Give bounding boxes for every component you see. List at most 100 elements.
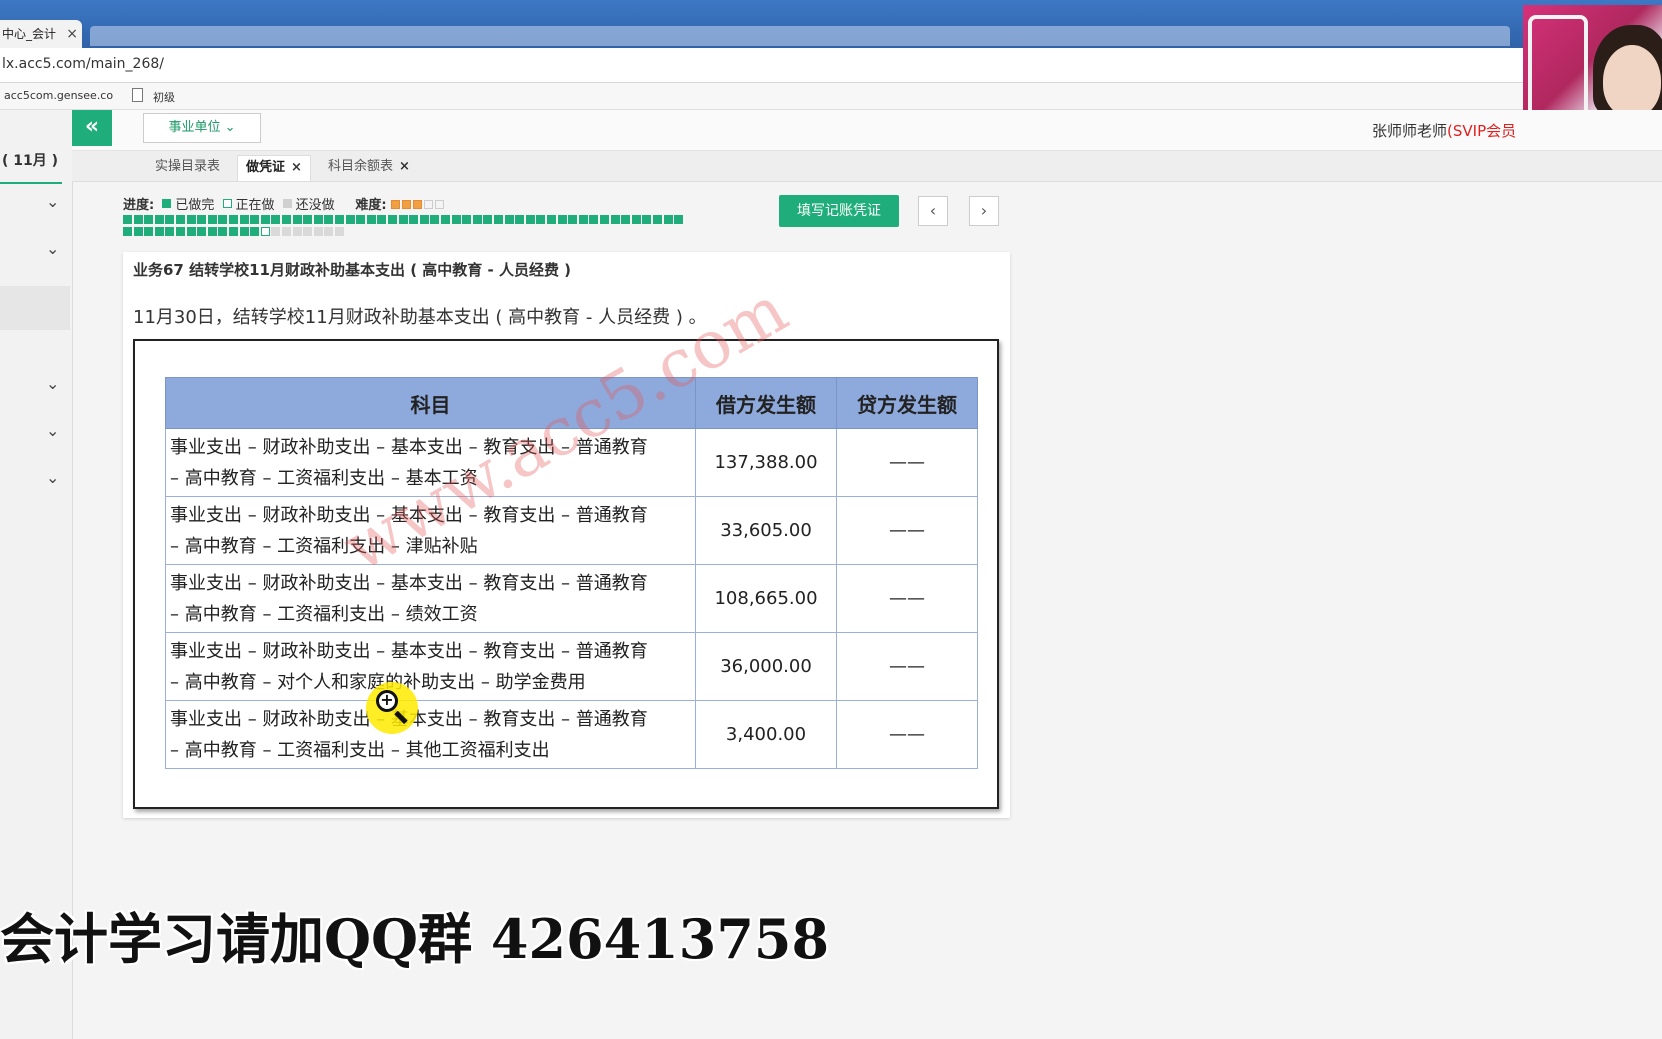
progress-cell-done[interactable] <box>335 215 344 224</box>
progress-cell-done[interactable] <box>144 215 154 224</box>
sidebar-selected-item[interactable] <box>0 286 70 330</box>
progress-cell-todo[interactable] <box>324 227 334 236</box>
progress-cell-done[interactable] <box>207 215 217 224</box>
progress-cell-done[interactable] <box>250 215 260 224</box>
tab-make-voucher[interactable]: 做凭证 × <box>237 155 311 181</box>
progress-cell-done[interactable] <box>345 215 355 224</box>
progress-cell-done[interactable] <box>239 227 249 236</box>
progress-cell-done[interactable] <box>207 227 217 236</box>
progress-cell-done[interactable] <box>366 215 376 224</box>
progress-cell-done[interactable] <box>197 227 207 236</box>
progress-cell-done[interactable] <box>123 227 132 236</box>
progress-cell-done[interactable] <box>631 215 641 224</box>
progress-cell-done[interactable] <box>186 215 196 224</box>
progress-cell-done[interactable] <box>218 227 228 236</box>
collapse-sidebar-button[interactable]: « <box>72 110 112 146</box>
progress-cell-done[interactable] <box>271 215 281 224</box>
progress-cell-todo[interactable] <box>335 227 344 236</box>
progress-cell-done[interactable] <box>356 215 366 224</box>
progress-cell-done[interactable] <box>578 215 588 224</box>
progress-cell-done[interactable] <box>229 215 238 224</box>
progress-cell-done[interactable] <box>610 215 620 224</box>
progress-cell-done[interactable] <box>430 215 440 224</box>
progress-cell-done[interactable] <box>218 215 228 224</box>
progress-cell-todo[interactable] <box>303 227 313 236</box>
progress-cell-done[interactable] <box>377 215 387 224</box>
bookmark-gensee[interactable]: acc5com.gensee.co <box>4 89 113 102</box>
progress-cell-done[interactable] <box>536 215 546 224</box>
progress-cell-done[interactable] <box>398 215 408 224</box>
chevron-down-icon[interactable]: ⌄ <box>46 376 59 392</box>
fill-voucher-button[interactable]: 填写记账凭证 <box>779 195 899 227</box>
progress-cell-done[interactable] <box>176 215 185 224</box>
progress-cell-done[interactable] <box>589 215 599 224</box>
progress-cell-done[interactable] <box>133 227 143 236</box>
chevron-down-icon[interactable]: ⌄ <box>46 470 59 486</box>
progress-cell-done[interactable] <box>165 215 175 224</box>
progress-cell-done[interactable] <box>621 215 631 224</box>
progress-cell-done[interactable] <box>250 227 260 236</box>
progress-cell-done[interactable] <box>472 215 482 224</box>
progress-cell-done[interactable] <box>176 227 185 236</box>
progress-cell-done[interactable] <box>557 215 567 224</box>
chevron-down-icon[interactable]: ⌄ <box>46 241 59 257</box>
progress-cell-done[interactable] <box>451 215 461 224</box>
progress-cell-done[interactable] <box>441 215 450 224</box>
progress-cell-done[interactable] <box>409 215 419 224</box>
progress-cell-done[interactable] <box>324 215 334 224</box>
progress-cell-done[interactable] <box>547 215 556 224</box>
progress-cell-done[interactable] <box>303 215 313 224</box>
progress-cell-todo[interactable] <box>271 227 281 236</box>
close-icon[interactable]: × <box>291 160 302 175</box>
progress-cell-done[interactable] <box>525 215 535 224</box>
url-text[interactable]: lx.acc5.com/main_268/ <box>2 56 164 72</box>
progress-cell-done[interactable] <box>462 215 472 224</box>
progress-cell-done[interactable] <box>494 215 503 224</box>
tab-practice-catalog[interactable]: 实操目录表 <box>147 155 228 181</box>
progress-cell-done[interactable] <box>568 215 578 224</box>
next-button[interactable]: › <box>969 196 999 226</box>
unit-type-dropdown[interactable]: 事业单位 ⌄ <box>143 113 261 143</box>
progress-cell-done[interactable] <box>419 215 429 224</box>
progress-cell-done[interactable] <box>133 215 143 224</box>
close-icon[interactable]: × <box>66 20 78 48</box>
browser-tab-inactive[interactable] <box>90 26 1510 46</box>
chevron-down-icon[interactable]: ⌄ <box>46 194 59 210</box>
progress-cell-todo[interactable] <box>292 227 302 236</box>
progress-cell-done[interactable] <box>600 215 609 224</box>
address-bar[interactable]: lx.acc5.com/main_268/ <box>0 48 1662 83</box>
progress-cell-todo[interactable] <box>313 227 323 236</box>
chevron-down-icon[interactable]: ⌄ <box>46 423 59 439</box>
progress-cell-done[interactable] <box>388 215 397 224</box>
progress-cell-done[interactable] <box>313 215 323 224</box>
progress-cell-done[interactable] <box>282 215 291 224</box>
progress-cell-done[interactable] <box>292 215 302 224</box>
progress-cell-done[interactable] <box>515 215 525 224</box>
account-cell: 事业支出 – 财政补助支出 – 基本支出 – 教育支出 – 普通教育– 高中教育… <box>165 700 696 769</box>
progress-cell-done[interactable] <box>663 215 673 224</box>
sidebar-month-title[interactable]: ( 11月 ) <box>2 150 58 170</box>
progress-cell-done[interactable] <box>154 227 164 236</box>
progress-cell-done[interactable] <box>229 227 238 236</box>
table-row: 事业支出 – 财政补助支出 – 基本支出 – 教育支出 – 普通教育 – 高中教育… <box>165 496 978 565</box>
progress-cell-done[interactable] <box>144 227 154 236</box>
prev-button[interactable]: ‹ <box>918 196 948 226</box>
progress-cell-done[interactable] <box>154 215 164 224</box>
progress-cell-done[interactable] <box>197 215 207 224</box>
progress-cell-done[interactable] <box>504 215 514 224</box>
bookmark-chuji[interactable]: 初级 <box>153 89 175 105</box>
progress-cell-done[interactable] <box>239 215 249 224</box>
progress-cell-done[interactable] <box>260 215 270 224</box>
progress-cell-todo[interactable] <box>282 227 291 236</box>
progress-cell-done[interactable] <box>653 215 662 224</box>
progress-cell-done[interactable] <box>674 215 684 224</box>
progress-cell-done[interactable] <box>642 215 652 224</box>
progress-cell-done[interactable] <box>483 215 493 224</box>
tab-account-balance[interactable]: 科目余额表 × <box>320 155 418 181</box>
close-icon[interactable]: × <box>399 159 410 174</box>
progress-cell-current[interactable] <box>260 227 270 236</box>
progress-cell-done[interactable] <box>186 227 196 236</box>
progress-cell-done[interactable] <box>123 215 132 224</box>
progress-cell-done[interactable] <box>165 227 175 236</box>
browser-tab[interactable]: 中心_会计 × <box>0 20 82 48</box>
